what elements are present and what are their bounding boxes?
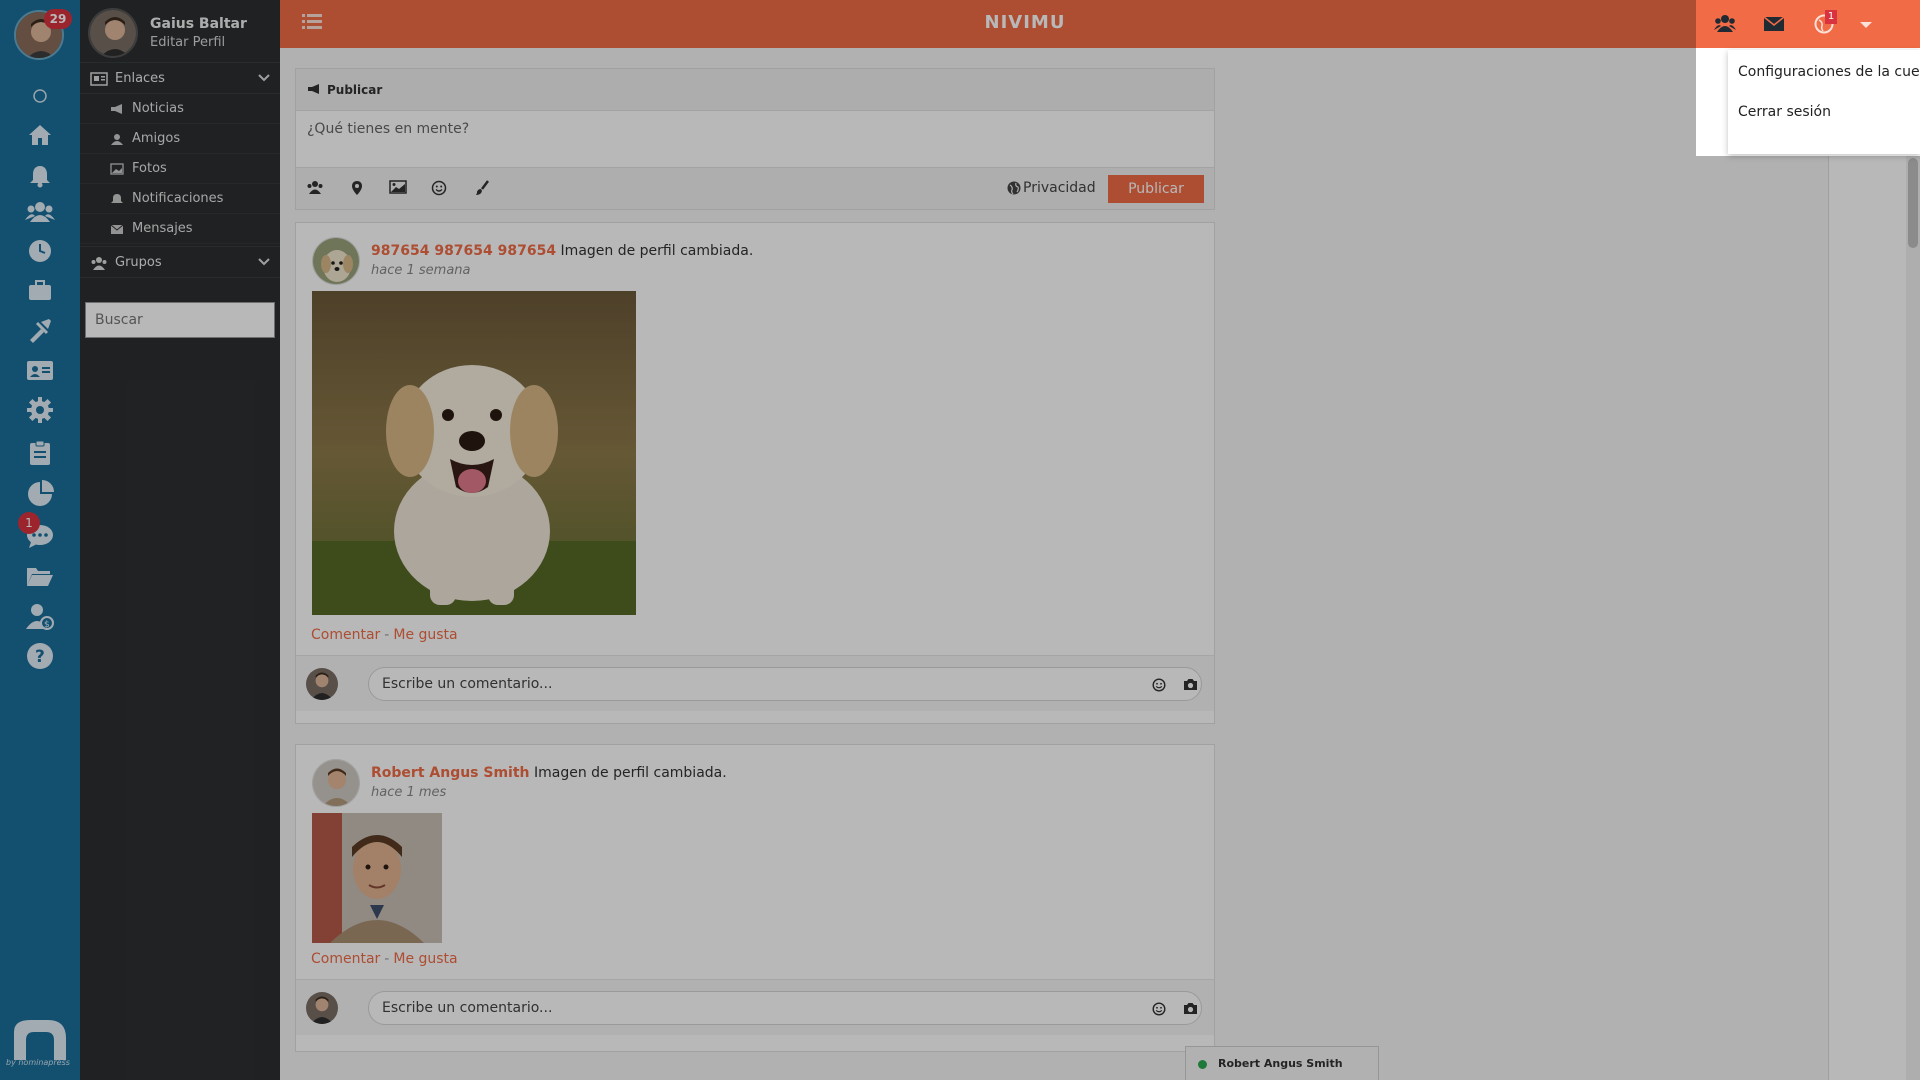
- modal-backdrop[interactable]: [0, 0, 1920, 1080]
- logout-item[interactable]: Cerrar sesión: [1738, 104, 1831, 120]
- notification-badge: 1: [1825, 10, 1837, 24]
- account-settings-item[interactable]: Configuraciones de la cue: [1738, 64, 1920, 80]
- envelope-icon[interactable]: [1763, 14, 1785, 32]
- account-dropdown-menu: Configuraciones de la cue Cerrar sesión: [1728, 50, 1920, 154]
- friends-icon[interactable]: [1714, 14, 1736, 32]
- account-dropdown-area: 1 Configuraciones de la cue Cerrar sesió…: [1696, 0, 1920, 156]
- topbar-actions: 1: [1696, 0, 1920, 48]
- caret-down-icon[interactable]: [1859, 20, 1873, 30]
